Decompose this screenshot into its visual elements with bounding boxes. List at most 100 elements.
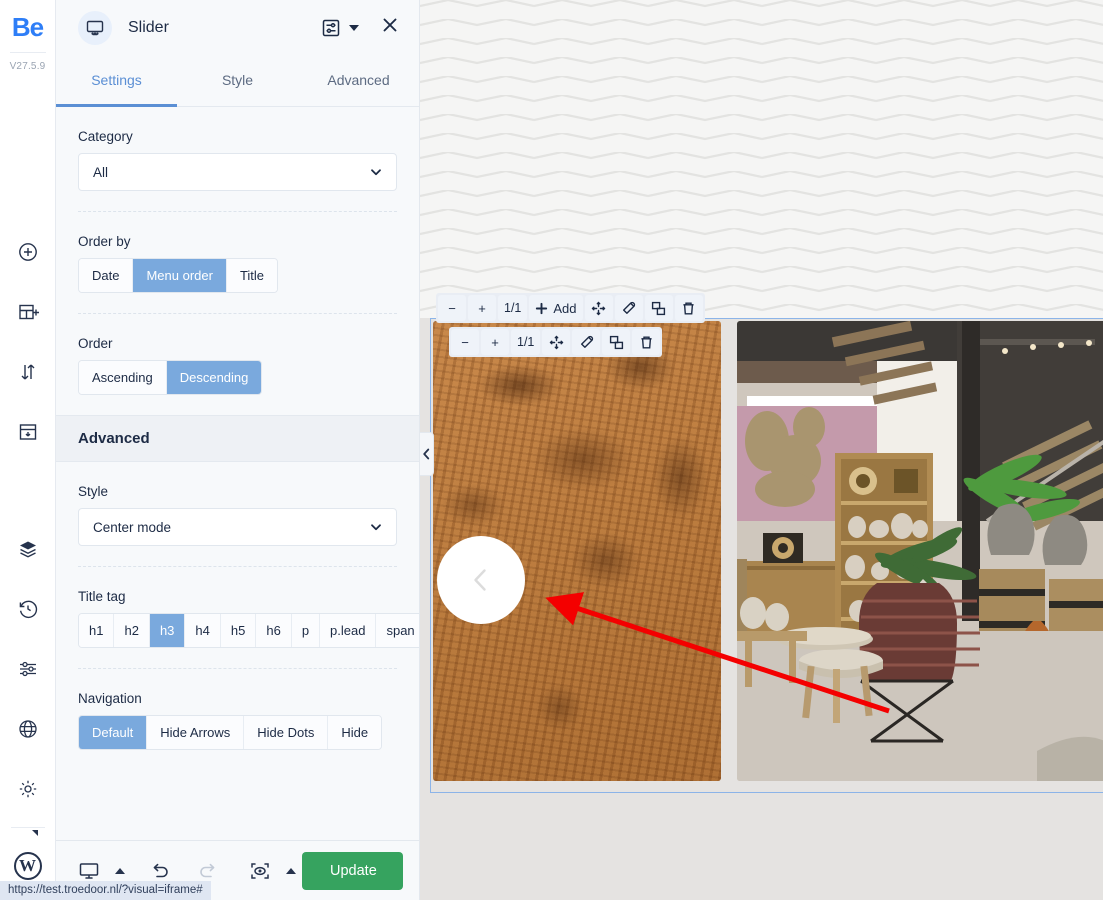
section-ratio-button[interactable]: 1/1: [498, 295, 528, 321]
element-minus-button[interactable]: −: [451, 329, 479, 355]
title-tag-option-h3[interactable]: h3: [149, 614, 186, 647]
move-icon: [549, 335, 564, 349]
slider-prev-arrow[interactable]: [437, 536, 525, 624]
field-navigation: Navigation Default Hide Arrows Hide Dots…: [56, 691, 419, 750]
plus-icon: [536, 302, 548, 314]
panel-header: Slider: [56, 0, 419, 55]
style-select[interactable]: Center mode: [78, 508, 397, 546]
section-add-button[interactable]: Add: [529, 295, 583, 321]
wordpress-icon[interactable]: W: [8, 846, 48, 886]
title-tag-option-span[interactable]: span: [376, 614, 419, 647]
category-value: All: [93, 164, 109, 180]
element-ratio-button[interactable]: 1/1: [511, 329, 541, 355]
slide-showroom-image: [737, 321, 1103, 781]
chevron-left-icon: [423, 448, 430, 460]
rail-group-tools: W: [8, 519, 48, 896]
panel-title: Slider: [128, 18, 169, 36]
preview-caret-icon[interactable]: [286, 867, 296, 874]
section-minus-button[interactable]: −: [438, 295, 466, 321]
preview-eye-icon[interactable]: [245, 856, 275, 886]
divider: [78, 313, 397, 314]
section-duplicate-button[interactable]: [644, 295, 673, 321]
preview-canvas: Onze collecties me accessoires, allem on…: [420, 0, 1103, 900]
navigation-option-hide-dots[interactable]: Hide Dots: [244, 716, 329, 749]
category-label: Category: [78, 129, 133, 144]
section-delete-button[interactable]: [674, 295, 703, 321]
order-by-option-title[interactable]: Title: [226, 259, 278, 292]
panel-collapse-handle[interactable]: [420, 432, 434, 476]
chevron-left-icon: [474, 569, 486, 591]
trash-icon: [641, 336, 652, 348]
reorder-icon[interactable]: [8, 352, 48, 392]
order-label: Order: [78, 336, 113, 351]
editor-root: Be V27.5.9 W Slider Settings Style Advan…: [0, 0, 1103, 900]
element-plus-button[interactable]: +: [481, 329, 509, 355]
options-icon[interactable]: [8, 649, 48, 689]
chevron-down-icon: [368, 519, 384, 535]
section-toolbar: − + 1/1 Add: [436, 293, 705, 323]
title-tag-option-h4[interactable]: h4: [185, 614, 221, 647]
section-edit-button[interactable]: [614, 295, 643, 321]
divider: [78, 211, 397, 212]
tab-advanced[interactable]: Advanced: [298, 55, 419, 107]
category-select[interactable]: All: [78, 153, 397, 191]
duplicate-icon: [651, 301, 666, 315]
add-element-icon[interactable]: [8, 232, 48, 272]
layers-icon[interactable]: [8, 529, 48, 569]
tab-settings[interactable]: Settings: [56, 55, 177, 107]
app-logo[interactable]: Be: [12, 14, 44, 40]
app-version: V27.5.9: [9, 61, 46, 72]
title-tag-option-h6[interactable]: h6: [256, 614, 292, 647]
element-edit-button[interactable]: [572, 329, 601, 355]
tab-style[interactable]: Style: [177, 55, 298, 107]
add-section-icon[interactable]: [8, 292, 48, 332]
order-by-option-menu-order[interactable]: Menu order: [133, 259, 227, 292]
slide-carved-wood[interactable]: [433, 321, 721, 781]
close-icon[interactable]: [381, 16, 399, 39]
showroom-illustration: [737, 321, 1103, 781]
title-tag-option-p-lead[interactable]: p.lead: [320, 614, 377, 647]
gear-icon[interactable]: [8, 769, 48, 809]
slider-section[interactable]: − + 1/1 Add − + 1/1: [430, 293, 1103, 793]
left-icon-rail: Be V27.5.9 W: [0, 0, 56, 900]
navigation-option-default[interactable]: Default: [79, 716, 148, 749]
order-option-descending[interactable]: Descending: [166, 361, 262, 394]
order-by-option-date[interactable]: Date: [79, 259, 134, 292]
order-by-segmented: Date Menu order Title: [78, 258, 279, 293]
title-tag-label: Title tag: [78, 589, 126, 604]
section-add-label: Add: [553, 300, 577, 316]
title-tag-option-h2[interactable]: h2: [114, 614, 150, 647]
field-category: Category All: [56, 129, 419, 191]
order-option-ascending[interactable]: Ascending: [79, 361, 167, 394]
navigation-option-hide[interactable]: Hide: [328, 716, 382, 749]
responsive-caret-icon[interactable]: [115, 867, 125, 874]
field-title-tag: Title tag h1 h2 h3 h4 h5 h6 p p.lead spa…: [56, 589, 419, 648]
globe-icon[interactable]: [8, 709, 48, 749]
history-icon[interactable]: [8, 589, 48, 629]
element-delete-button[interactable]: [632, 329, 661, 355]
chevron-down-icon[interactable]: [349, 24, 359, 31]
section-move-button[interactable]: [584, 295, 613, 321]
panel-body: Category All Order by Date Menu order Ti…: [56, 107, 419, 840]
add-template-icon[interactable]: [8, 412, 48, 452]
sliders-box-icon[interactable]: [321, 18, 341, 38]
style-value: Center mode: [93, 519, 172, 535]
title-tag-option-p[interactable]: p: [291, 614, 321, 647]
slide-showroom[interactable]: [737, 321, 1103, 781]
field-style: Style Center mode: [56, 484, 419, 546]
display-icon: [78, 10, 112, 45]
title-tag-option-h5[interactable]: h5: [220, 614, 257, 647]
title-tag-option-h1[interactable]: h1: [79, 614, 115, 647]
order-segmented: Ascending Descending: [78, 360, 263, 395]
section-plus-button[interactable]: +: [468, 295, 496, 321]
status-bar-url: https://test.troedoor.nl/?visual=iframe#: [0, 881, 211, 900]
section-header-advanced: Advanced: [56, 415, 419, 462]
navigation-option-hide-arrows[interactable]: Hide Arrows: [147, 716, 245, 749]
update-button[interactable]: Update: [302, 851, 403, 890]
rail-separator: [10, 827, 45, 828]
element-duplicate-button[interactable]: [602, 329, 631, 355]
field-order: Order Ascending Descending: [56, 336, 419, 395]
collapse-caret-icon[interactable]: [31, 830, 38, 836]
move-icon: [591, 301, 606, 315]
element-move-button[interactable]: [542, 329, 571, 355]
